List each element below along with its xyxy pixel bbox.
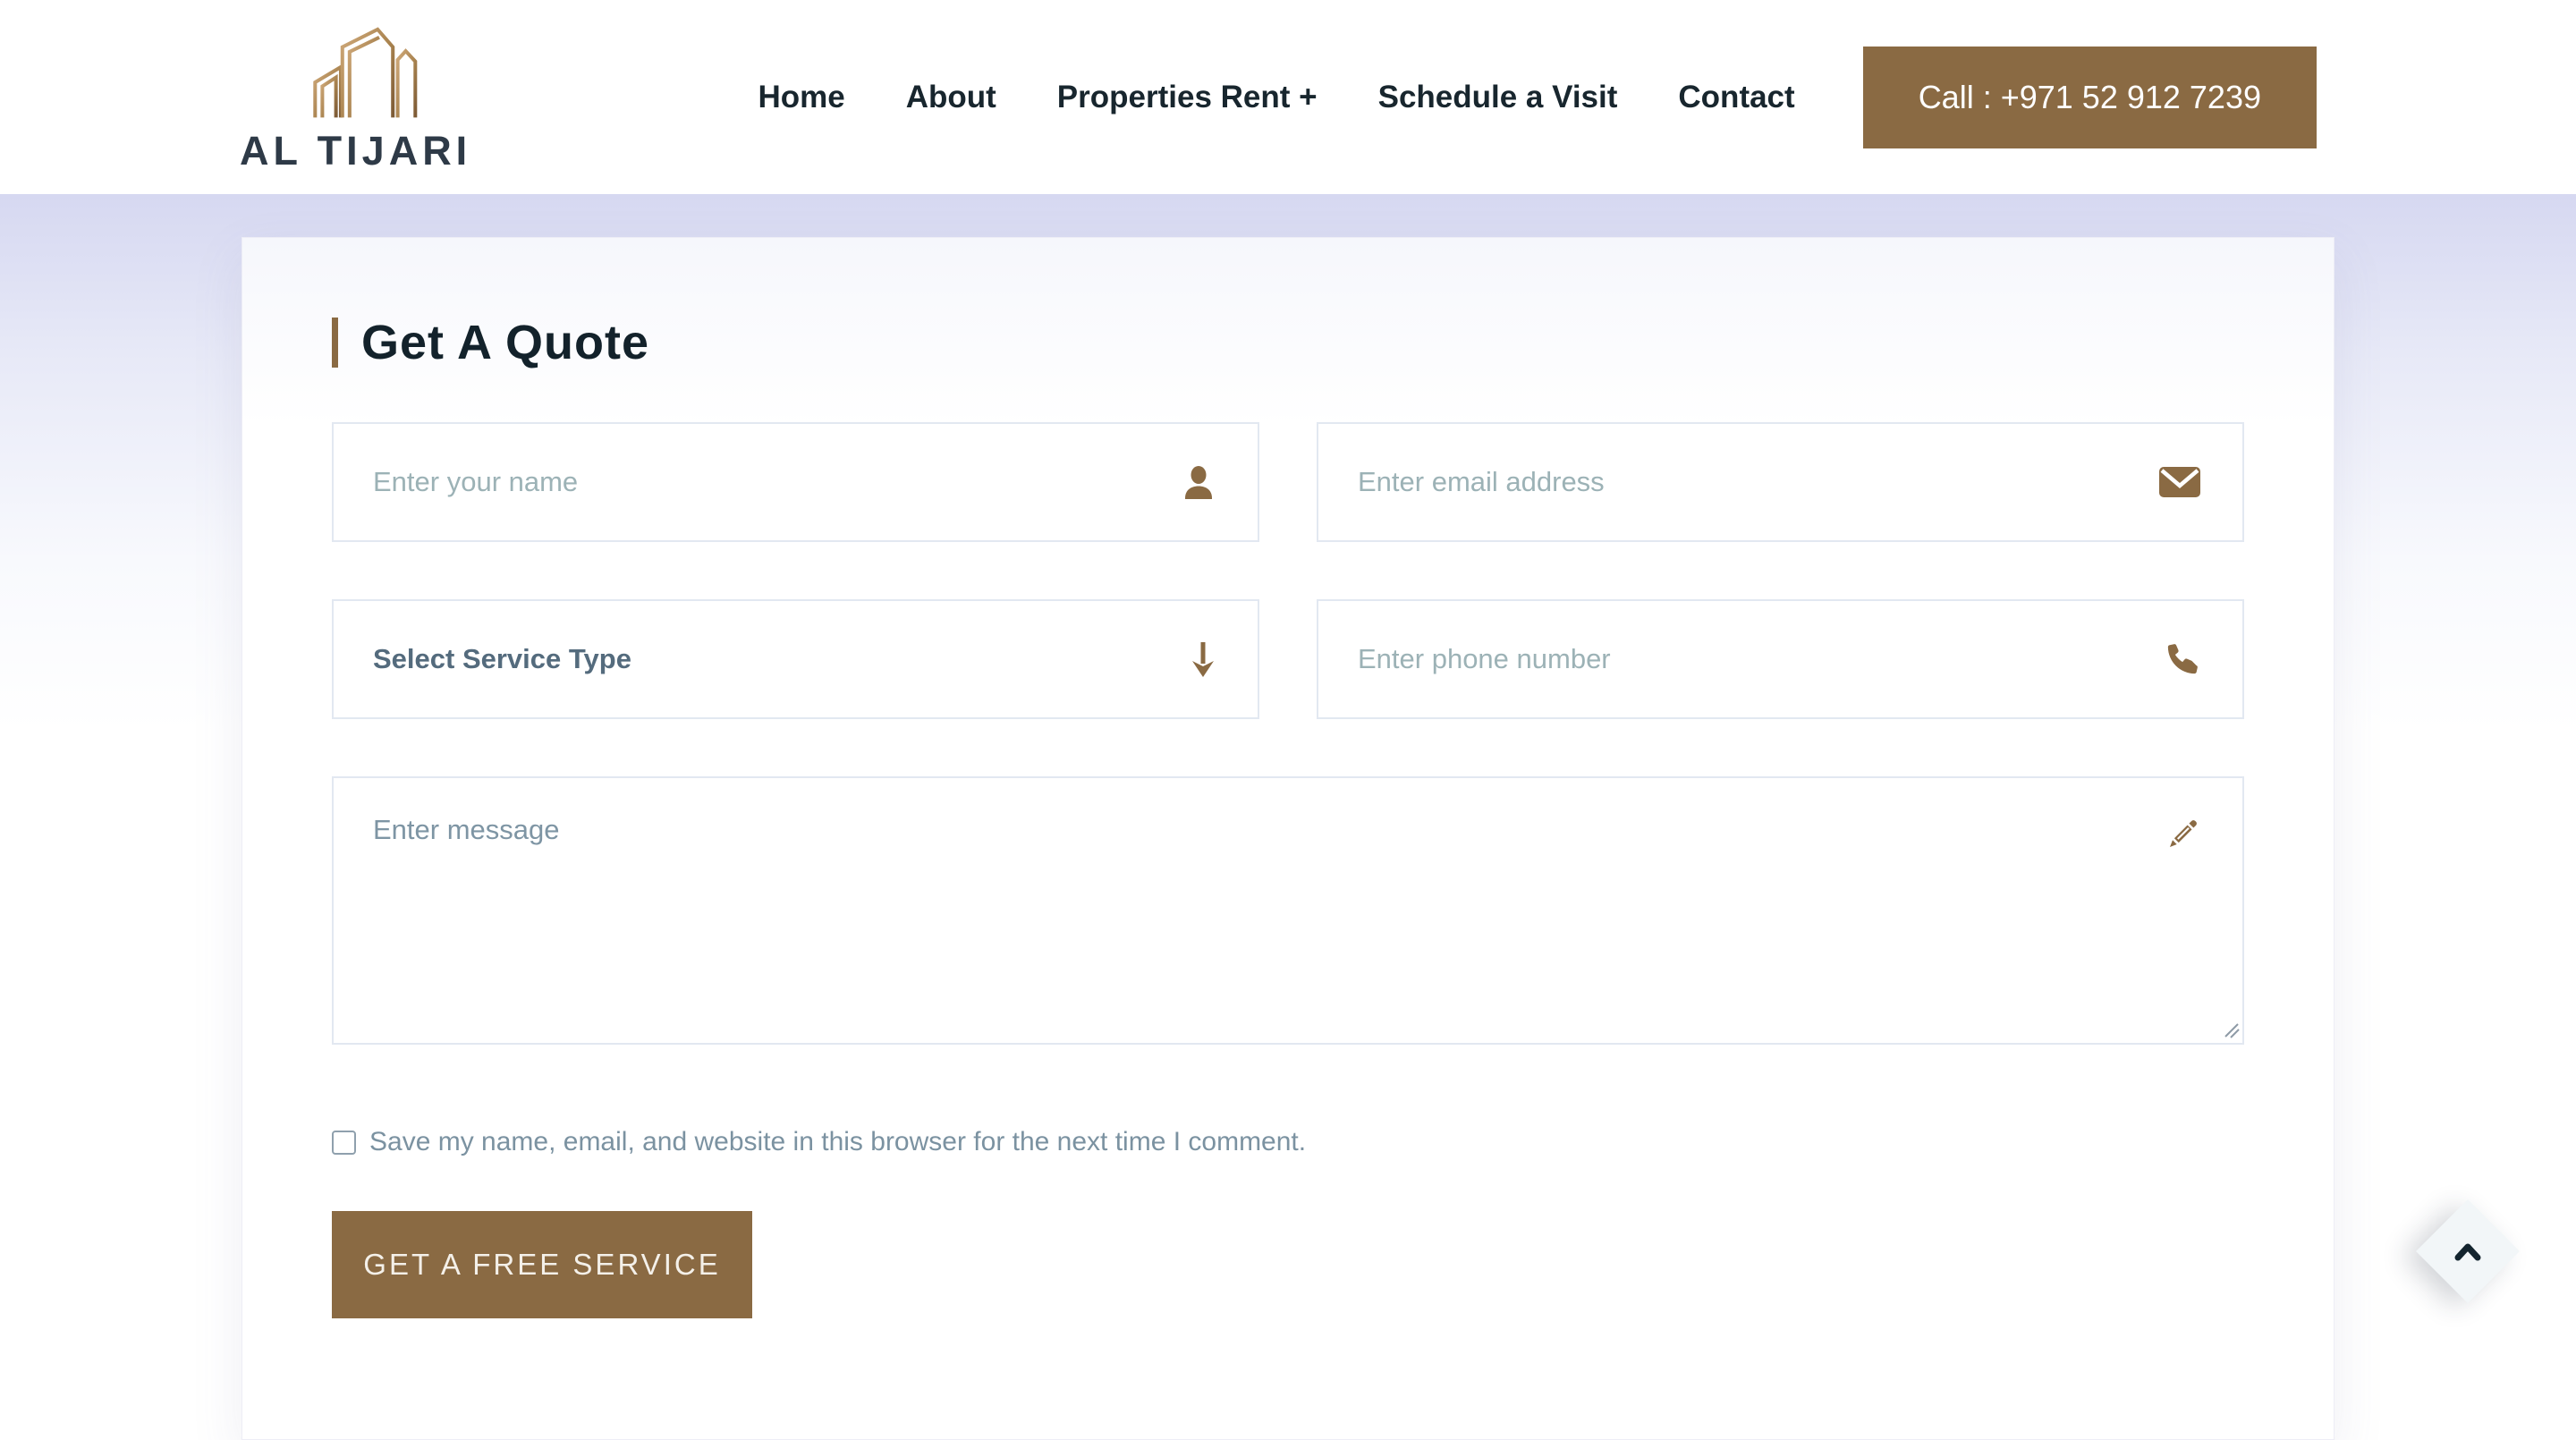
call-phone-button[interactable]: Call : +971 52 912 7239 <box>1863 47 2317 148</box>
email-field-wrapper <box>1317 422 2244 542</box>
get-free-service-button[interactable]: GET A FREE SERVICE <box>332 1211 752 1318</box>
brand-logo[interactable]: AL TIJARI <box>240 21 471 174</box>
nav-item-schedule-a-visit[interactable]: Schedule a Visit <box>1378 80 1618 115</box>
nav-item-home[interactable]: Home <box>758 80 844 115</box>
heading-accent-bar <box>332 318 338 368</box>
message-textarea[interactable] <box>332 776 2244 1045</box>
service-type-field-wrapper: Select Service Type <box>332 599 1259 719</box>
phone-field-wrapper <box>1317 599 2244 719</box>
brand-name: AL TIJARI <box>240 128 471 174</box>
chevron-up-icon <box>2449 1232 2486 1269</box>
nav-item-contact[interactable]: Contact <box>1678 80 1794 115</box>
name-input[interactable] <box>332 422 1259 542</box>
phone-input[interactable] <box>1317 599 2244 719</box>
name-field-wrapper <box>332 422 1259 542</box>
get-a-quote-card: Get A Quote <box>242 237 2334 1440</box>
email-input[interactable] <box>1317 422 2244 542</box>
consent-label: Save my name, email, and website in this… <box>369 1127 1306 1157</box>
consent-row: Save my name, email, and website in this… <box>332 1127 2244 1157</box>
consent-checkbox[interactable] <box>332 1131 356 1155</box>
nav-item-about[interactable]: About <box>906 80 996 115</box>
section-heading: Get A Quote <box>332 315 2244 370</box>
service-type-select[interactable]: Select Service Type <box>332 599 1259 719</box>
page-title: Get A Quote <box>361 315 649 370</box>
nav-item-properties-rent[interactable]: Properties Rent + <box>1057 80 1318 115</box>
site-header: AL TIJARI Home About Properties Rent + S… <box>0 0 2576 194</box>
building-logo-icon <box>285 21 427 121</box>
textarea-resize-handle[interactable] <box>2224 1022 2240 1038</box>
message-field-wrapper <box>332 776 2244 1045</box>
quote-form: Select Service Type <box>332 422 2244 1318</box>
main-nav: Home About Properties Rent + Schedule a … <box>758 80 1794 115</box>
page-background: Get A Quote <box>0 194 2576 1413</box>
